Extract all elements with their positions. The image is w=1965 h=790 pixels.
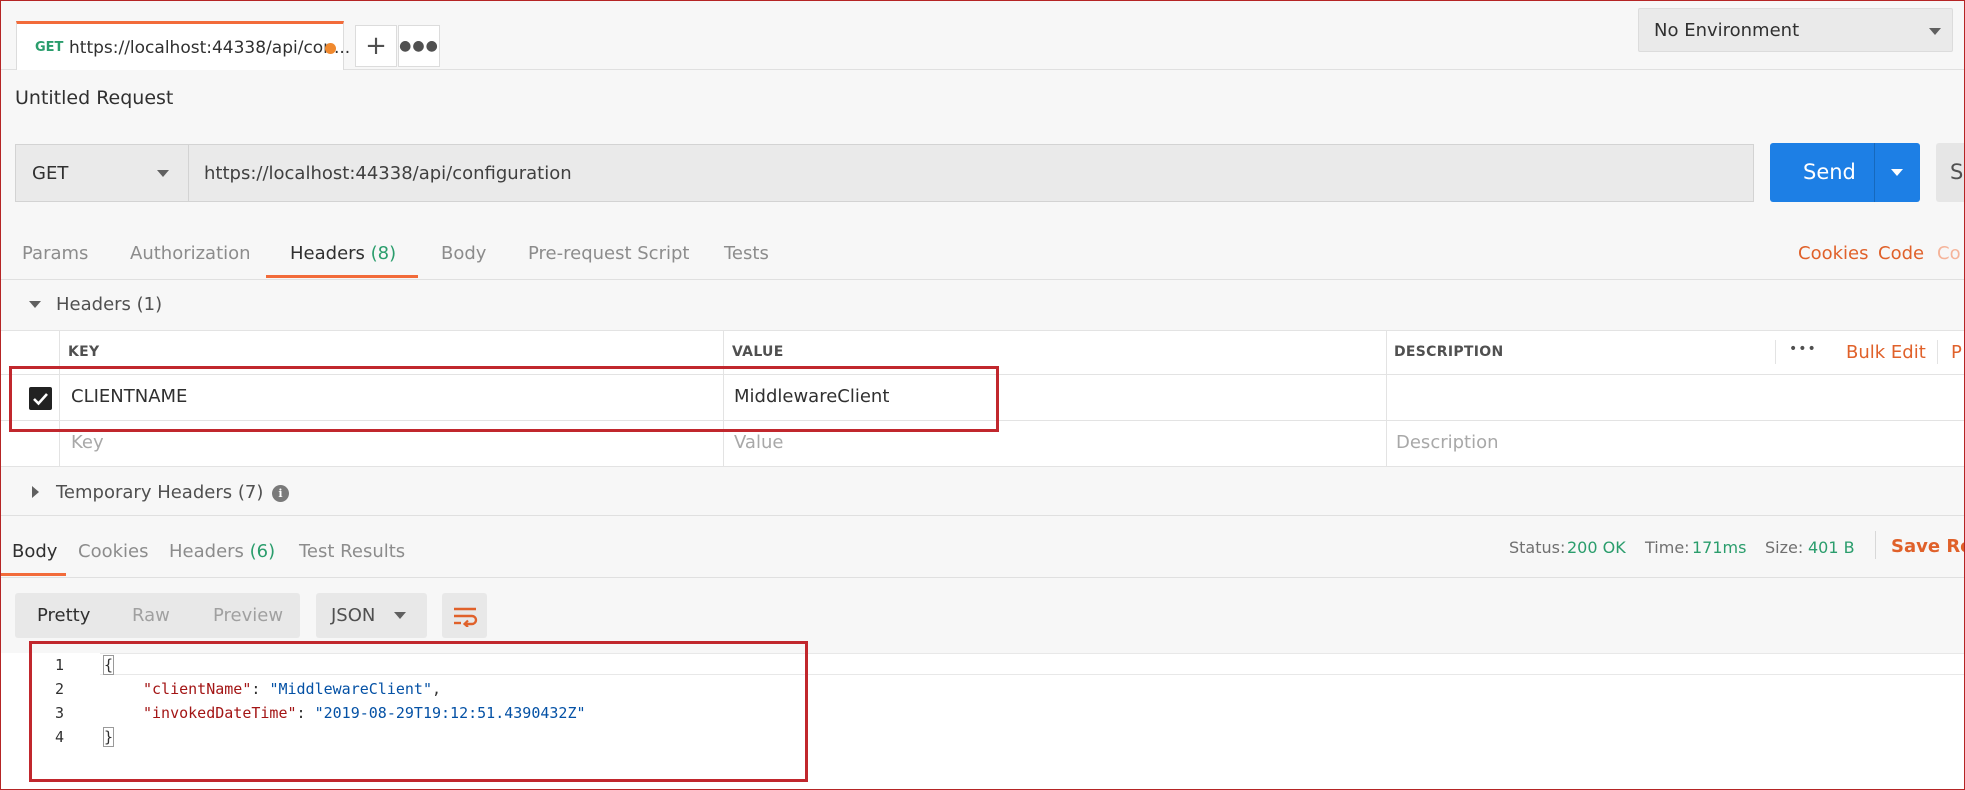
headers-section-count: (1) [136, 294, 163, 315]
response-tab-test-results[interactable]: Test Results [299, 541, 405, 562]
bulk-edit-link[interactable]: Bulk Edit [1846, 342, 1926, 363]
send-options-chevron-icon[interactable] [1891, 169, 1903, 176]
tab-headers[interactable]: Headers (8) [290, 243, 396, 264]
tab-options-button[interactable]: ●●● [398, 25, 440, 67]
table-border [0, 466, 1965, 467]
format-selector: Pretty Raw Preview [15, 593, 300, 638]
temporary-headers-label: Temporary Headers [56, 482, 233, 503]
size-value: 401 B [1808, 538, 1855, 557]
column-header-value: VALUE [732, 344, 784, 360]
url-input[interactable]: https://localhost:44338/api/configuratio… [189, 144, 1754, 202]
temporary-headers-title[interactable]: Temporary Headers (7) [56, 482, 263, 503]
request-tab-url: https://localhost:44338/api/con... [69, 38, 351, 58]
send-button[interactable]: Send [1770, 143, 1920, 202]
request-tab[interactable]: GET https://localhost:44338/api/con... [16, 21, 350, 70]
column-divider [1937, 340, 1938, 364]
format-raw[interactable]: Raw [132, 605, 170, 626]
tab-headers-count: (8) [370, 243, 397, 264]
new-key-input[interactable]: Key [71, 432, 104, 453]
annotation-box-response [29, 641, 808, 782]
plus-icon: + [365, 31, 387, 61]
tab-body[interactable]: Body [441, 243, 486, 264]
save-response-button[interactable]: Save Res [1891, 536, 1965, 557]
tab-pre-request-script[interactable]: Pre-request Script [528, 243, 689, 264]
tab-headers-label: Headers [290, 243, 365, 264]
method-select[interactable]: GET [15, 144, 189, 202]
active-tab-indicator [266, 275, 418, 278]
chevron-down-icon [1929, 28, 1941, 35]
comments-link[interactable]: Co [1937, 243, 1961, 264]
response-active-tab-indicator [0, 573, 66, 576]
status-label: Status: [1509, 538, 1566, 557]
response-tabs-divider [0, 577, 1965, 578]
new-description-input[interactable]: Description [1396, 432, 1499, 453]
response-tab-cookies[interactable]: Cookies [78, 541, 148, 562]
response-headers-count: (6) [249, 541, 276, 562]
send-label: Send [1803, 160, 1856, 184]
headers-section-title[interactable]: Headers (1) [56, 294, 162, 315]
format-pretty[interactable]: Pretty [37, 605, 90, 626]
environment-select[interactable]: No Environment [1638, 8, 1953, 52]
size-label: Size: [1765, 538, 1804, 557]
more-options-icon[interactable]: ••• [1789, 341, 1817, 357]
presets-link[interactable]: P [1951, 342, 1962, 363]
save-button[interactable]: Sa [1936, 143, 1965, 202]
table-border [0, 330, 1965, 331]
send-divider [1874, 143, 1875, 202]
time-label: Time: [1645, 538, 1690, 557]
annotation-box-header-row [9, 366, 999, 432]
code-link[interactable]: Code [1878, 243, 1924, 264]
url-text: https://localhost:44338/api/configuratio… [204, 163, 572, 184]
tab-authorization[interactable]: Authorization [130, 243, 251, 264]
request-tab-method: GET [35, 40, 64, 55]
environment-label: No Environment [1654, 20, 1800, 41]
wrap-icon [453, 607, 477, 627]
info-icon[interactable]: i [272, 485, 289, 502]
temporary-headers-count: (7) [237, 482, 264, 503]
language-label: JSON [331, 605, 376, 626]
response-headers-label: Headers [169, 541, 244, 562]
ellipsis-icon: ●●● [399, 38, 439, 54]
column-header-key: KEY [68, 344, 100, 360]
tabs-divider [0, 279, 1965, 280]
expand-triangle-icon[interactable] [32, 486, 39, 498]
chevron-down-icon [394, 612, 406, 619]
meta-divider [1875, 531, 1876, 559]
column-divider [1386, 330, 1387, 467]
section-divider [0, 515, 1965, 516]
request-title[interactable]: Untitled Request [15, 87, 173, 109]
response-tab-body[interactable]: Body [12, 541, 57, 562]
language-select[interactable]: JSON [316, 593, 427, 638]
collapse-triangle-icon[interactable] [29, 301, 41, 308]
column-header-description: DESCRIPTION [1394, 344, 1504, 360]
time-value: 171ms [1692, 538, 1747, 557]
response-tab-headers[interactable]: Headers (6) [169, 541, 275, 562]
new-value-input[interactable]: Value [734, 432, 783, 453]
save-label: Sa [1950, 160, 1965, 184]
method-label: GET [32, 163, 69, 184]
cookies-link[interactable]: Cookies [1798, 243, 1868, 264]
unsaved-dot-icon [325, 43, 336, 54]
chevron-down-icon [157, 170, 169, 177]
new-tab-button[interactable]: + [355, 25, 397, 67]
status-value: 200 OK [1567, 538, 1626, 557]
column-divider [1775, 340, 1776, 364]
wrap-lines-button[interactable] [442, 593, 487, 638]
headers-section-label: Headers [56, 294, 131, 315]
tab-params[interactable]: Params [22, 243, 88, 264]
tab-tests[interactable]: Tests [724, 243, 769, 264]
format-preview[interactable]: Preview [213, 605, 283, 626]
